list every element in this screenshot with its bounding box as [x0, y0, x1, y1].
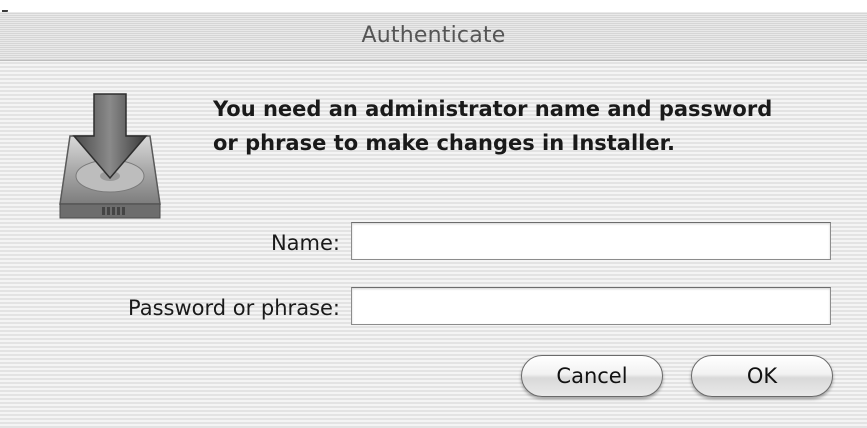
- top-strip: [0, 0, 867, 12]
- ok-button[interactable]: OK: [691, 355, 833, 397]
- title-bar[interactable]: Authenticate: [0, 12, 867, 61]
- cancel-button[interactable]: Cancel: [521, 355, 663, 397]
- authenticate-dialog: Authenticate You need an administrator n…: [0, 0, 867, 428]
- installer-drive-arrow-icon: [56, 92, 164, 224]
- auth-message-line-1: You need an administrator name and passw…: [213, 97, 773, 121]
- password-field[interactable]: [351, 287, 831, 325]
- window-title: Authenticate: [361, 23, 506, 48]
- auth-message: You need an administrator name and passw…: [213, 92, 853, 160]
- password-label: Password or phrase:: [128, 296, 340, 320]
- name-field[interactable]: [351, 222, 831, 260]
- auth-message-line-2: or phrase to make changes in Installer.: [213, 131, 675, 155]
- name-label: Name:: [270, 231, 340, 255]
